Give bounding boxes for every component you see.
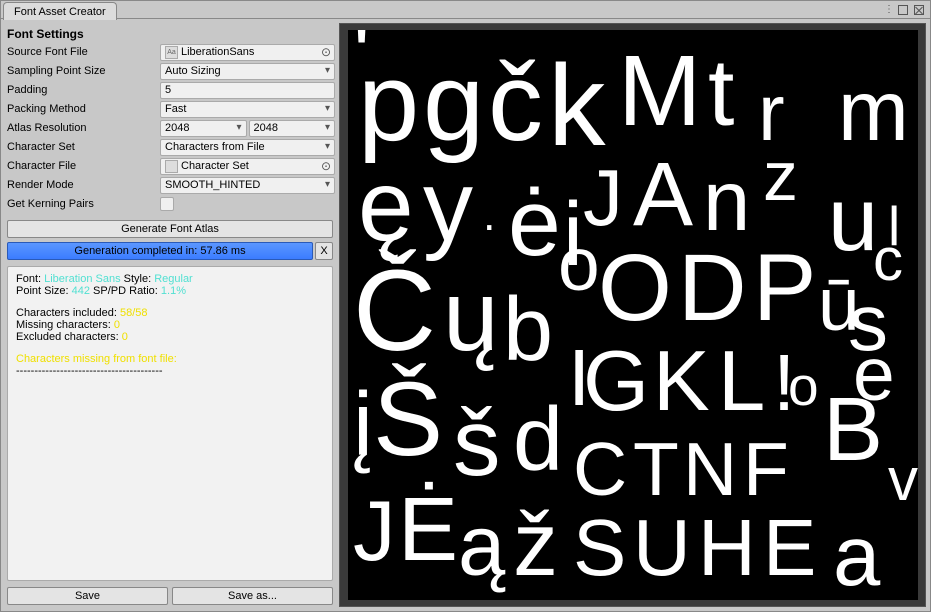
label-character-set: Character Set	[5, 141, 160, 153]
atlas-height-dropdown[interactable]: 2048	[249, 120, 336, 137]
packing-method-dropdown[interactable]: Fast	[160, 101, 335, 118]
svg-text:m: m	[838, 64, 909, 159]
save-as-button[interactable]: Save as...	[172, 587, 333, 605]
titlebar: Font Asset Creator ⋮	[1, 1, 930, 19]
tab-label: Font Asset Creator	[14, 6, 106, 18]
svg-text:p: p	[358, 41, 419, 164]
svg-text:N: N	[683, 427, 737, 511]
svg-text:t: t	[708, 40, 734, 146]
label-packing-method: Packing Method	[5, 103, 160, 115]
svg-text:z: z	[763, 137, 798, 215]
svg-text:L: L	[718, 334, 765, 429]
font-atlas-preview: ' p g č k M t r m ę y . ė i J A n	[339, 23, 926, 607]
section-title: Font Settings	[5, 23, 335, 43]
svg-text:M: M	[618, 35, 701, 147]
source-font-file-value: LiberationSans	[181, 46, 254, 58]
character-file-value: Character Set	[181, 160, 249, 172]
svg-text:.: .	[483, 189, 496, 240]
svg-text:K: K	[653, 334, 710, 429]
svg-text:v: v	[888, 446, 918, 513]
svg-text:U: U	[633, 503, 691, 592]
svg-text:F: F	[743, 427, 789, 511]
svg-text:b: b	[503, 280, 553, 380]
svg-text:ž: ž	[513, 495, 558, 595]
close-icon[interactable]	[914, 5, 924, 15]
svg-text:Ė: Ė	[398, 480, 458, 580]
cancel-generation-button[interactable]: X	[315, 242, 333, 260]
label-character-file: Character File	[5, 160, 160, 172]
generation-report: Font: Liberation Sans Style: Regular Poi…	[7, 266, 333, 581]
svg-text:a: a	[833, 509, 881, 600]
label-get-kerning: Get Kerning Pairs	[5, 198, 160, 210]
svg-text:H: H	[698, 503, 756, 592]
svg-text:k: k	[548, 42, 606, 170]
svg-text:ę: ę	[358, 150, 414, 262]
padding-input[interactable]: 5	[160, 82, 335, 99]
progress-bar: Generation completed in: 57.86 ms	[7, 242, 313, 260]
svg-text:ą: ą	[458, 499, 506, 594]
save-button[interactable]: Save	[7, 587, 168, 605]
label-padding: Padding	[5, 84, 160, 96]
popout-icon[interactable]	[898, 5, 908, 15]
svg-text:Š: Š	[373, 361, 443, 478]
text-asset-icon	[165, 160, 178, 173]
label-render-mode: Render Mode	[5, 179, 160, 191]
tab-font-asset-creator[interactable]: Font Asset Creator	[3, 2, 117, 20]
svg-text:o: o	[788, 355, 819, 417]
sampling-point-size-dropdown[interactable]: Auto Sizing	[160, 63, 335, 80]
get-kerning-checkbox[interactable]	[160, 197, 174, 211]
svg-text:A: A	[633, 145, 693, 245]
label-source-font-file: Source Font File	[5, 46, 160, 58]
svg-text:S: S	[573, 503, 626, 592]
svg-text:C: C	[573, 427, 627, 511]
font-asset-icon: Aa	[165, 46, 178, 59]
svg-text:P: P	[753, 235, 816, 341]
svg-text:E: E	[763, 503, 816, 592]
svg-text:ė: ė	[508, 170, 561, 276]
svg-text:D: D	[678, 235, 747, 341]
svg-text:č: č	[488, 41, 543, 164]
generate-font-atlas-button[interactable]: Generate Font Atlas	[7, 220, 333, 238]
svg-text:į: į	[353, 375, 373, 475]
svg-text:d: d	[513, 390, 563, 490]
svg-text:Č: Č	[353, 247, 436, 375]
svg-text:B: B	[823, 380, 883, 480]
svg-text:o: o	[558, 222, 600, 306]
render-mode-dropdown[interactable]: SMOOTH_HINTED	[160, 177, 335, 194]
label-atlas-resolution: Atlas Resolution	[5, 122, 160, 134]
character-set-dropdown[interactable]: Characters from File	[160, 139, 335, 156]
context-menu-icon[interactable]: ⋮	[884, 4, 892, 15]
svg-text:u: u	[828, 170, 878, 270]
label-sampling-point-size: Sampling Point Size	[5, 65, 160, 77]
svg-text:J: J	[353, 484, 396, 579]
atlas-width-dropdown[interactable]: 2048	[160, 120, 247, 137]
svg-text:O: O	[598, 235, 672, 341]
source-font-file-field[interactable]: Aa LiberationSans	[160, 44, 335, 61]
svg-text:G: G	[583, 334, 649, 429]
svg-text:g: g	[423, 41, 484, 164]
svg-text:ų: ų	[443, 260, 499, 372]
character-file-field[interactable]: Character Set	[160, 158, 335, 175]
svg-text:y: y	[423, 150, 473, 262]
svg-text:š: š	[453, 390, 501, 496]
svg-text:T: T	[633, 427, 679, 511]
